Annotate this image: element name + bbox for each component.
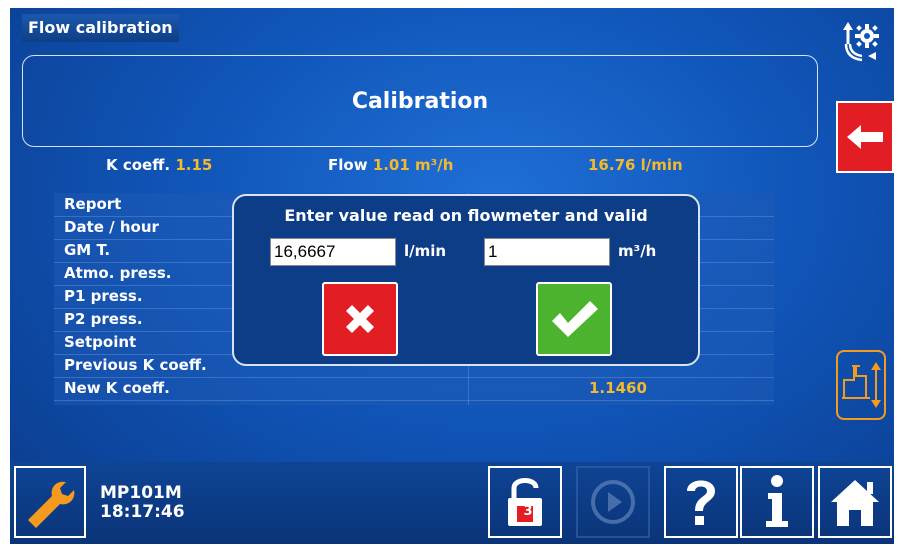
valve-icon (842, 362, 881, 408)
info-icon (766, 475, 788, 527)
home-button[interactable] (818, 466, 892, 538)
k-coeff-status: K coeff. 1.15 (106, 156, 212, 174)
validate-button[interactable] (536, 282, 612, 356)
table-row-label: Setpoint (64, 333, 137, 351)
back-button[interactable] (836, 101, 894, 173)
tools-button[interactable] (14, 466, 86, 538)
k-coeff-value: 1.15 (175, 156, 213, 174)
table-row-label: Atmo. press. (64, 264, 172, 282)
table-row-label: P2 press. (64, 310, 143, 328)
wrench-icon (28, 481, 75, 528)
k-coeff-label: K coeff. (106, 156, 171, 174)
close-icon (346, 305, 374, 333)
play-icon (591, 480, 635, 524)
home-icon (831, 480, 879, 526)
flow-status: Flow 1.01 m³/h (328, 156, 453, 174)
help-icon (687, 480, 715, 525)
valve-button[interactable] (836, 350, 886, 420)
m3h-input[interactable]: 1 (484, 238, 610, 266)
dialog-title: Enter value read on flowmeter and valid (284, 206, 648, 225)
window-title: Flow calibration (22, 14, 179, 42)
bottom-toolbar: MP101M 18:17:46 3 (10, 462, 894, 544)
screen: Flow calibration Calibration K coeff. 1.… (10, 8, 894, 544)
new-k-coeff-value: 1.1460 (589, 379, 647, 397)
help-button[interactable] (664, 466, 738, 538)
check-icon (552, 301, 598, 337)
lmin-input[interactable]: 16,6667 (270, 238, 396, 266)
m3h-unit: m³/h (618, 242, 657, 260)
device-name: MP101M (100, 483, 182, 503)
unlock-icon (508, 478, 542, 526)
lmin-unit: l/min (404, 242, 447, 260)
table-row-label: Previous K coeff. (64, 356, 207, 374)
flowmeter-entry-dialog: Enter value read on flowmeter and valid … (232, 194, 700, 366)
device-time: 18:17:46 (100, 502, 185, 522)
lock-badge: 3 (523, 504, 533, 519)
table-rule (54, 400, 774, 401)
flow-lmin-status: 16.76 l/min (588, 156, 683, 174)
table-row-label: Report (64, 195, 122, 213)
table-row-label: P1 press. (64, 287, 143, 305)
flow-lmin-value: 16.76 l/min (588, 156, 683, 174)
cancel-button[interactable] (322, 282, 398, 356)
unlock-button[interactable]: 3 (488, 466, 562, 538)
flow-label: Flow (328, 156, 368, 174)
table-row-label: Date / hour (64, 218, 159, 236)
back-arrow-icon (847, 125, 883, 149)
device-info: MP101M 18:17:46 (100, 484, 185, 522)
flow-value: 1.01 m³/h (372, 156, 454, 174)
settings-gear-icon[interactable] (836, 14, 886, 64)
table-row-label: GM T. (64, 241, 111, 259)
calibration-banner: Calibration (22, 55, 818, 147)
banner-title: Calibration (351, 88, 489, 114)
play-button[interactable] (576, 466, 650, 538)
table-row-label: New K coeff. (64, 379, 170, 397)
info-button[interactable] (740, 466, 814, 538)
